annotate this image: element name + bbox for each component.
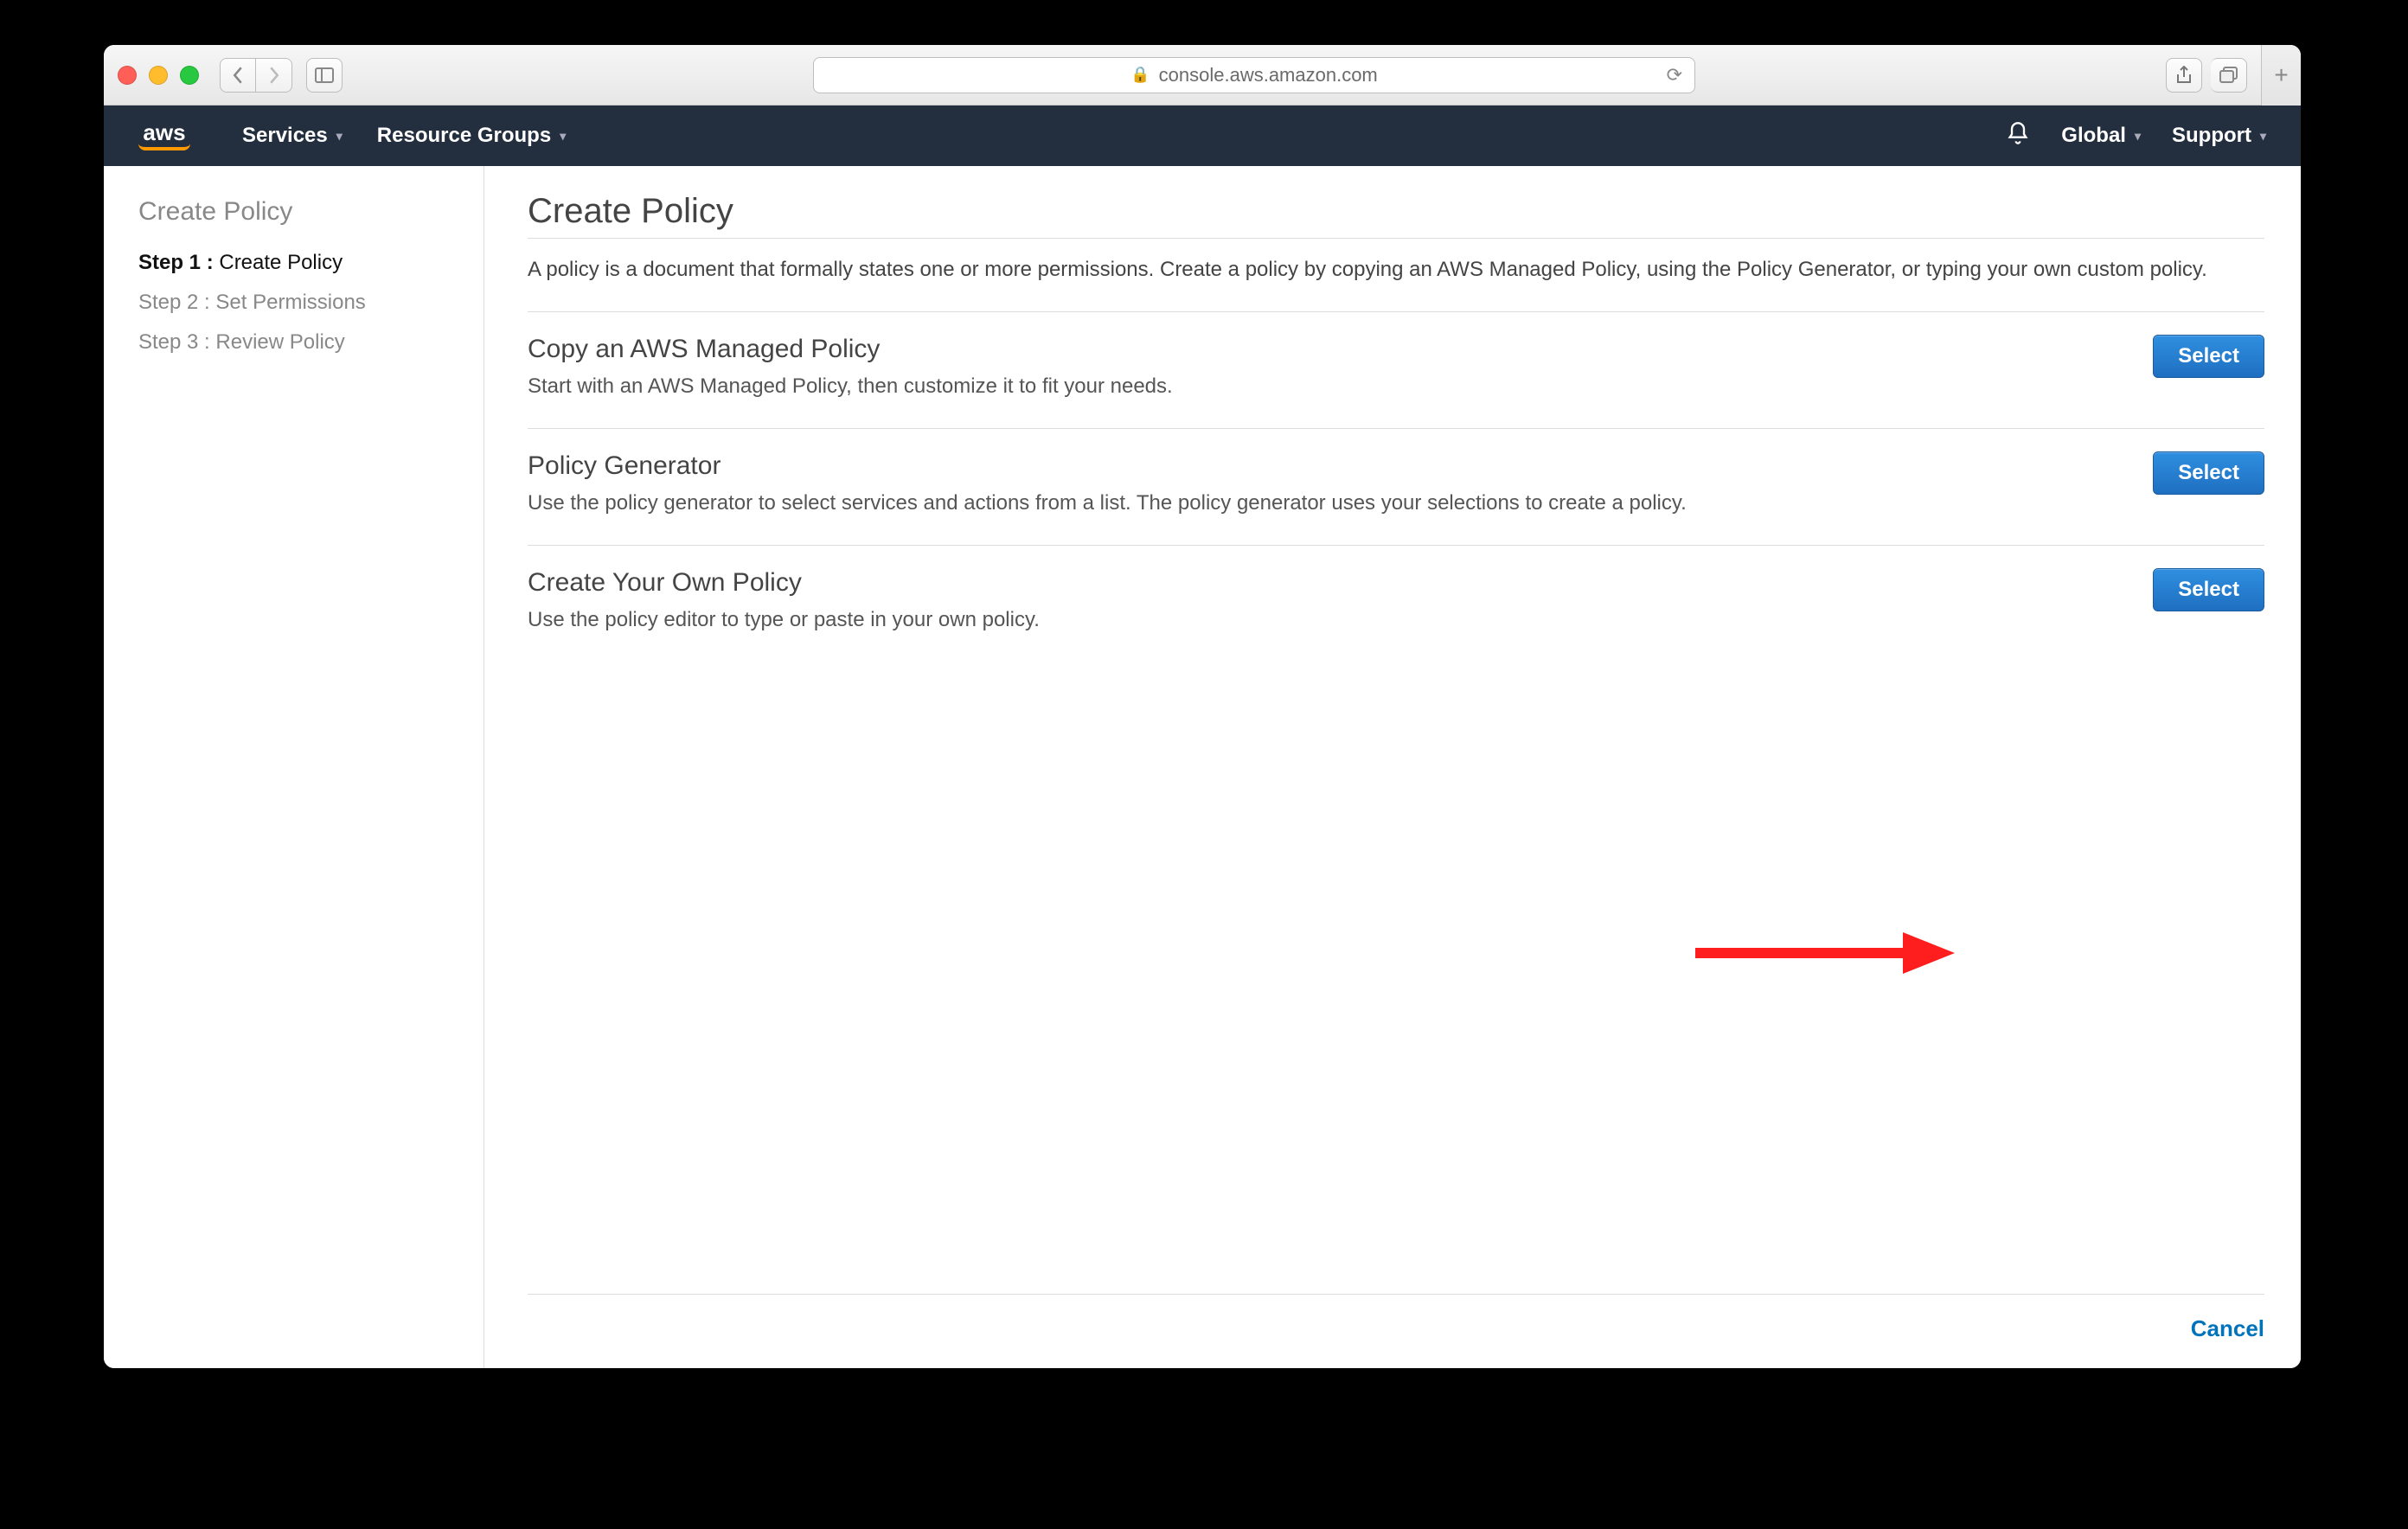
- tabs-button[interactable]: [2211, 58, 2247, 93]
- url-text: console.aws.amazon.com: [1159, 64, 1378, 86]
- close-window-button[interactable]: [118, 66, 137, 85]
- nav-services-label: Services: [242, 124, 328, 148]
- address-bar[interactable]: 🔒 console.aws.amazon.com ⟳: [813, 57, 1695, 93]
- step-label: Create Policy: [219, 251, 343, 274]
- option-policy-generator: Policy Generator Use the policy generato…: [528, 428, 2264, 545]
- caret-down-icon: ▾: [2135, 129, 2141, 144]
- option-copy-managed: Copy an AWS Managed Policy Start with an…: [528, 311, 2264, 428]
- option-desc: Use the policy editor to type or paste i…: [528, 605, 2097, 636]
- wizard-step-1[interactable]: Step 1 : Create Policy: [138, 251, 449, 275]
- new-tab-button[interactable]: +: [2261, 45, 2301, 106]
- wizard-step-2[interactable]: Step 2 : Set Permissions: [138, 291, 449, 315]
- lock-icon: 🔒: [1130, 66, 1150, 84]
- titlebar: 🔒 console.aws.amazon.com ⟳ +: [104, 45, 2301, 106]
- step-prefix: Step 2 :: [138, 291, 210, 314]
- reload-button[interactable]: ⟳: [1667, 64, 1682, 86]
- aws-top-nav: aws Services ▾ Resource Groups ▾ Global …: [104, 106, 2301, 166]
- nav-resource-groups[interactable]: Resource Groups ▾: [377, 124, 566, 148]
- page-title: Create Policy: [528, 192, 2264, 239]
- step-label: Set Permissions: [215, 291, 365, 314]
- select-policy-generator-button[interactable]: Select: [2153, 451, 2264, 495]
- notifications-icon[interactable]: [2006, 121, 2030, 151]
- step-prefix: Step 3 :: [138, 330, 210, 354]
- nav-services[interactable]: Services ▾: [242, 124, 343, 148]
- annotation-arrow-icon: [1695, 927, 1955, 979]
- select-copy-managed-button[interactable]: Select: [2153, 335, 2264, 378]
- sidebar-toggle-button[interactable]: [306, 58, 343, 93]
- option-create-own: Create Your Own Policy Use the policy ed…: [528, 545, 2264, 662]
- select-create-own-button[interactable]: Select: [2153, 568, 2264, 611]
- wizard-sidebar: Create Policy Step 1 : Create Policy Ste…: [104, 166, 484, 1368]
- cancel-link[interactable]: Cancel: [2191, 1315, 2264, 1342]
- share-button[interactable]: [2166, 58, 2202, 93]
- step-label: Review Policy: [215, 330, 344, 354]
- window-controls: [118, 66, 199, 85]
- caret-down-icon: ▾: [2260, 129, 2266, 144]
- option-title: Create Your Own Policy: [528, 568, 2097, 598]
- forward-button[interactable]: [256, 58, 292, 93]
- caret-down-icon: ▾: [336, 129, 343, 144]
- back-button[interactable]: [220, 58, 256, 93]
- sidebar-title: Create Policy: [138, 197, 449, 227]
- nav-support[interactable]: Support ▾: [2172, 124, 2266, 148]
- page-intro: A policy is a document that formally sta…: [528, 254, 2264, 285]
- nav-region[interactable]: Global ▾: [2061, 124, 2141, 148]
- nav-resource-groups-label: Resource Groups: [377, 124, 551, 148]
- main-content: Create Policy A policy is a document tha…: [484, 166, 2301, 1368]
- option-title: Policy Generator: [528, 451, 2097, 481]
- caret-down-icon: ▾: [560, 129, 566, 144]
- option-desc: Use the policy generator to select servi…: [528, 488, 2097, 519]
- step-prefix: Step 1 :: [138, 251, 214, 274]
- aws-logo[interactable]: aws: [138, 121, 190, 150]
- nav-support-label: Support: [2172, 124, 2251, 148]
- browser-window: 🔒 console.aws.amazon.com ⟳ + aws: [104, 45, 2301, 1368]
- option-title: Copy an AWS Managed Policy: [528, 335, 2097, 364]
- wizard-step-3[interactable]: Step 3 : Review Policy: [138, 330, 449, 355]
- footer: Cancel: [528, 1294, 2264, 1342]
- option-desc: Start with an AWS Managed Policy, then c…: [528, 371, 2097, 402]
- nav-region-label: Global: [2061, 124, 2126, 148]
- fullscreen-window-button[interactable]: [180, 66, 199, 85]
- minimize-window-button[interactable]: [149, 66, 168, 85]
